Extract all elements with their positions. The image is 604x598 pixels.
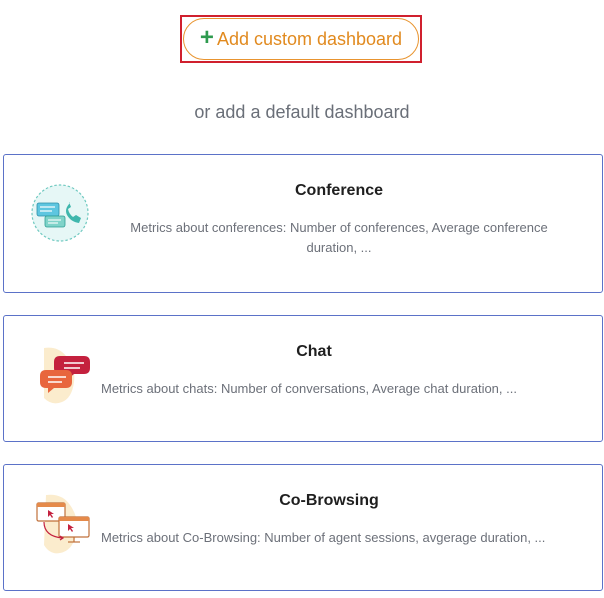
default-dashboard-subtitle: or add a default dashboard (194, 102, 410, 122)
conference-dashboard-card[interactable]: Conference Metrics about conferences: Nu… (3, 154, 603, 293)
chat-icon (34, 344, 94, 411)
plus-icon: + (199, 24, 214, 51)
chat-card-title: Chat (296, 343, 332, 360)
co-browsing-dashboard-card[interactable]: Co-Browsing Metrics about Co-Browsing: N… (3, 464, 603, 591)
co-browsing-card-title: Co-Browsing (279, 492, 379, 509)
dashboard-chooser: + Add custom dashboard or add a default … (0, 0, 604, 598)
chat-dashboard-card[interactable]: Chat Metrics about chats: Number of conv… (3, 315, 603, 442)
co-browsing-icon (34, 491, 94, 560)
add-custom-dashboard-button[interactable]: + Add custom dashboard (183, 18, 419, 60)
conference-card-description: Metrics about conferences: Number of con… (130, 220, 548, 255)
conference-icon (30, 183, 90, 248)
conference-card-title: Conference (294, 182, 384, 199)
co-browsing-card-description: Metrics about Co-Browsing: Number of age… (101, 530, 546, 545)
add-custom-dashboard-label: Add custom dashboard (216, 28, 403, 49)
chat-card-description: Metrics about chats: Number of conversat… (101, 381, 517, 396)
